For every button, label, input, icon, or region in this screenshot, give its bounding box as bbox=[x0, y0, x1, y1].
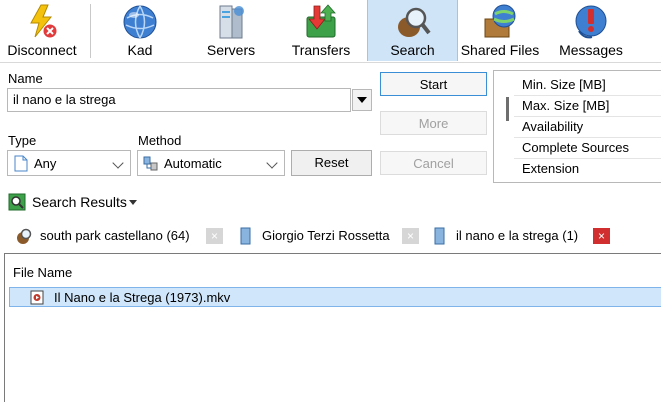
search-tab-icon bbox=[17, 228, 32, 244]
tab-label: Giorgio Terzi Rossetta bbox=[262, 228, 390, 243]
transfers-label: Transfers bbox=[291, 42, 351, 58]
disconnect-icon bbox=[30, 4, 58, 39]
servers-icon bbox=[219, 5, 244, 39]
shared-files-label: Shared Files bbox=[460, 42, 540, 58]
option-divider bbox=[514, 116, 661, 117]
messages-button[interactable]: Messages bbox=[556, 0, 626, 61]
option-divider bbox=[514, 137, 661, 138]
option-extension[interactable]: Extension bbox=[522, 161, 579, 176]
disconnect-button[interactable]: Disconnect bbox=[0, 0, 84, 61]
table-row[interactable]: Il Nano e la Strega (1973).mkv bbox=[9, 287, 661, 307]
chevron-down-icon bbox=[266, 157, 278, 169]
disconnect-label: Disconnect bbox=[7, 42, 77, 58]
close-tab-icon[interactable]: × bbox=[206, 228, 223, 244]
search-results-icon bbox=[8, 193, 26, 211]
server-tab-icon bbox=[240, 227, 251, 245]
search-name-value: il nano e la strega bbox=[13, 92, 116, 107]
name-label: Name bbox=[8, 71, 43, 86]
result-tab-1[interactable]: south park castellano (64) × bbox=[16, 223, 226, 249]
result-tab-2[interactable]: Giorgio Terzi Rossetta × bbox=[238, 223, 420, 249]
options-splitter[interactable] bbox=[506, 97, 509, 121]
transfers-icon bbox=[306, 4, 336, 38]
reset-button[interactable]: Reset bbox=[291, 150, 372, 176]
shared-files-button[interactable]: Shared Files bbox=[459, 0, 541, 61]
network-method-icon bbox=[143, 156, 158, 171]
search-name-input[interactable]: il nano e la strega bbox=[7, 88, 351, 112]
method-select[interactable]: Automatic bbox=[137, 150, 285, 176]
result-tab-3-active[interactable]: il nano e la strega (1) × bbox=[432, 223, 612, 249]
search-options-list[interactable]: Min. Size [MB] Max. Size [MB] Availabili… bbox=[493, 70, 661, 183]
cancel-button[interactable]: Cancel bbox=[380, 151, 487, 175]
kad-button[interactable]: Kad bbox=[106, 0, 174, 61]
transfers-button[interactable]: Transfers bbox=[286, 0, 356, 61]
main-toolbar: Disconnect Kad Servers Transfers Search … bbox=[0, 0, 661, 63]
close-tab-icon[interactable]: × bbox=[593, 228, 610, 244]
kad-globe-icon bbox=[123, 5, 157, 39]
type-select[interactable]: Any bbox=[7, 150, 131, 176]
results-list[interactable]: File Name Il Nano e la Strega (1973).mkv bbox=[4, 253, 661, 402]
method-select-value: Automatic bbox=[164, 156, 222, 171]
chevron-down-icon bbox=[112, 157, 124, 169]
option-max-size[interactable]: Max. Size [MB] bbox=[522, 98, 609, 113]
option-complete-sources[interactable]: Complete Sources bbox=[522, 140, 629, 155]
kad-label: Kad bbox=[127, 42, 153, 58]
servers-button[interactable]: Servers bbox=[196, 0, 266, 61]
toolbar-separator bbox=[90, 4, 91, 58]
method-label: Method bbox=[138, 133, 182, 148]
file-name-cell: Il Nano e la Strega (1973).mkv bbox=[54, 290, 231, 305]
column-header-file-name[interactable]: File Name bbox=[13, 265, 72, 280]
messages-label: Messages bbox=[559, 42, 623, 58]
caret-down-icon[interactable] bbox=[129, 200, 137, 205]
more-button[interactable]: More bbox=[380, 111, 487, 135]
type-label: Type bbox=[8, 133, 37, 148]
tab-label: south park castellano (64) bbox=[40, 228, 190, 243]
search-tab-button[interactable]: Search bbox=[367, 0, 458, 61]
close-tab-icon[interactable]: × bbox=[402, 228, 419, 244]
search-results-title: Search Results bbox=[32, 194, 127, 210]
option-min-size[interactable]: Min. Size [MB] bbox=[522, 77, 606, 92]
search-icon bbox=[397, 7, 431, 37]
video-file-icon bbox=[30, 290, 44, 305]
messages-icon bbox=[575, 5, 607, 39]
shared-files-icon bbox=[484, 4, 516, 38]
name-history-dropdown-button[interactable] bbox=[352, 89, 372, 111]
search-label: Search bbox=[390, 42, 435, 58]
option-divider bbox=[514, 95, 661, 96]
server-tab-icon bbox=[434, 227, 445, 245]
type-select-value: Any bbox=[34, 156, 57, 171]
servers-label: Servers bbox=[206, 42, 256, 58]
option-divider bbox=[514, 158, 661, 159]
tab-label: il nano e la strega (1) bbox=[456, 228, 579, 243]
document-icon bbox=[14, 155, 28, 172]
start-button[interactable]: Start bbox=[380, 72, 487, 96]
option-availability[interactable]: Availability bbox=[522, 119, 583, 134]
